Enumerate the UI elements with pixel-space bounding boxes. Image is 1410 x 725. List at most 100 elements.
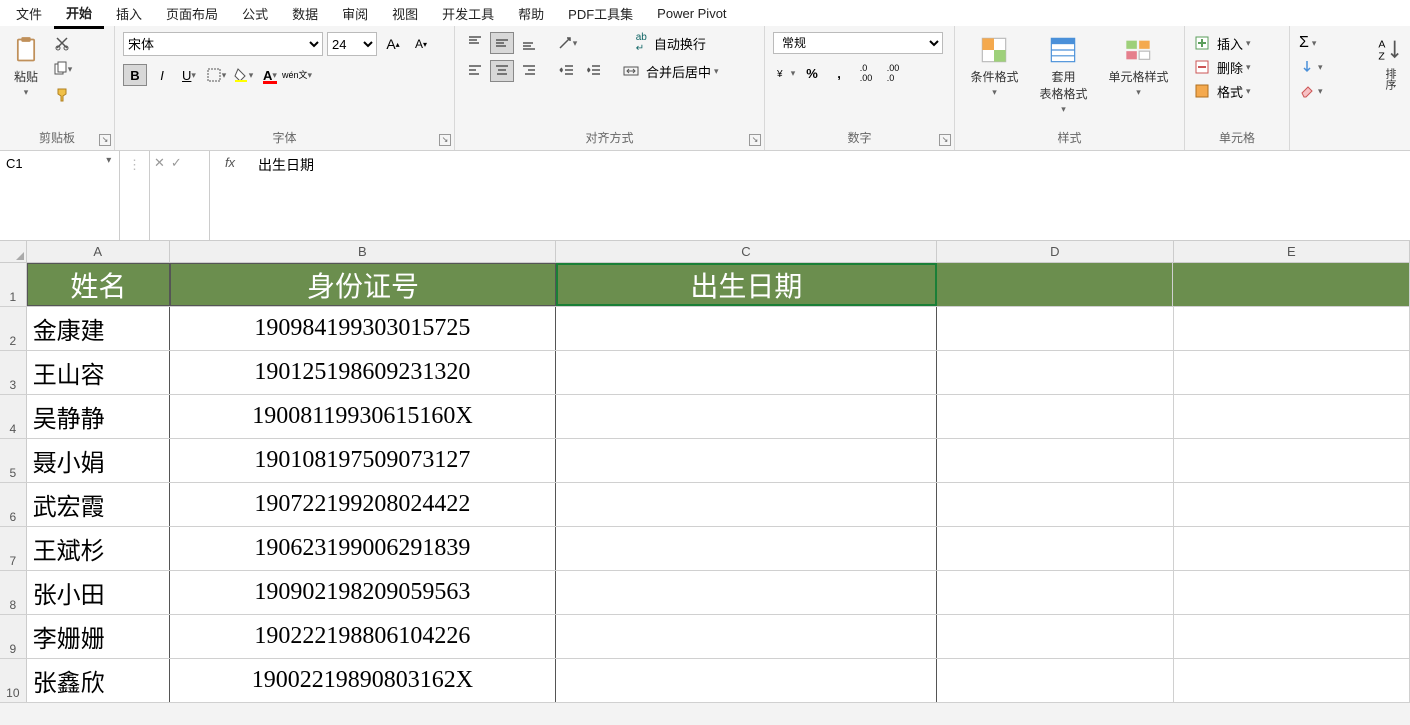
insert-cells-button[interactable]: 插入▾	[1193, 32, 1252, 54]
menu-item-10[interactable]: PDF工具集	[556, 0, 645, 27]
menu-item-0[interactable]: 文件	[4, 0, 54, 27]
cancel-formula-button[interactable]: ✕	[154, 155, 165, 171]
cell-C2[interactable]	[556, 307, 937, 350]
column-header-D[interactable]: D	[937, 241, 1173, 262]
cell-C9[interactable]	[556, 615, 937, 658]
menu-item-2[interactable]: 插入	[104, 0, 154, 27]
fill-button[interactable]: ▾	[1298, 56, 1324, 78]
cell-D2[interactable]	[937, 307, 1174, 350]
menu-item-8[interactable]: 开发工具	[430, 0, 506, 27]
cell-B1[interactable]: 身份证号	[170, 263, 556, 306]
comma-button[interactable]: ,	[827, 62, 851, 84]
font-name-select[interactable]: 宋体	[123, 32, 323, 56]
cell-A8[interactable]: 张小田	[27, 571, 170, 614]
percent-button[interactable]: %	[800, 62, 824, 84]
column-header-C[interactable]: C	[556, 241, 937, 262]
column-header-B[interactable]: B	[170, 241, 556, 262]
cell-E9[interactable]	[1174, 615, 1410, 658]
format-painter-button[interactable]	[50, 84, 74, 106]
cell-B5[interactable]: 190108197509073127	[170, 439, 556, 482]
cell-A10[interactable]: 张鑫欣	[27, 659, 170, 702]
menu-item-3[interactable]: 页面布局	[154, 0, 230, 27]
cell-B2[interactable]: 190984199303015725	[170, 307, 556, 350]
cell-C3[interactable]	[556, 351, 937, 394]
cell-C7[interactable]	[556, 527, 937, 570]
merge-center-button[interactable]: 合并后居中 ▾	[618, 60, 724, 82]
menu-item-11[interactable]: Power Pivot	[645, 2, 738, 25]
decrease-indent-button[interactable]	[555, 60, 579, 82]
phonetic-button[interactable]: wén文▾	[285, 64, 309, 86]
cell-styles-button[interactable]: 单元格样式▾	[1106, 32, 1170, 100]
clear-button[interactable]: ▾	[1298, 80, 1324, 102]
row-header[interactable]: 10	[0, 659, 27, 702]
row-header[interactable]: 2	[0, 307, 27, 350]
cell-D5[interactable]	[937, 439, 1174, 482]
cell-D8[interactable]	[937, 571, 1174, 614]
decrease-decimal-button[interactable]: .00.0	[881, 62, 905, 84]
autosum-button[interactable]: Σ▾	[1298, 32, 1317, 54]
number-format-select[interactable]: 常规	[773, 32, 943, 54]
align-center-button[interactable]	[490, 60, 514, 82]
row-header[interactable]: 1	[0, 263, 27, 306]
cell-E3[interactable]	[1174, 351, 1410, 394]
cell-D4[interactable]	[937, 395, 1174, 438]
menu-item-9[interactable]: 帮助	[506, 0, 556, 27]
cut-button[interactable]	[50, 32, 74, 54]
bold-button[interactable]: B	[123, 64, 147, 86]
select-all-corner[interactable]	[0, 241, 27, 262]
cell-B4[interactable]: 19008119930615160X	[170, 395, 556, 438]
align-left-button[interactable]	[463, 60, 487, 82]
border-button[interactable]: ▾	[204, 64, 228, 86]
align-right-button[interactable]	[517, 60, 541, 82]
wrap-text-button[interactable]: ab↵ 自动换行	[618, 32, 724, 54]
menu-item-5[interactable]: 数据	[280, 0, 330, 27]
row-header[interactable]: 7	[0, 527, 27, 570]
align-middle-button[interactable]	[490, 32, 514, 54]
cell-B7[interactable]: 190623199006291839	[170, 527, 556, 570]
format-cells-button[interactable]: 格式▾	[1193, 80, 1252, 102]
cell-D1[interactable]	[937, 263, 1174, 306]
sort-filter-button[interactable]: AZ 排序	[1372, 32, 1408, 92]
chevron-down-icon[interactable]: ▾	[103, 155, 115, 166]
row-header[interactable]: 5	[0, 439, 27, 482]
fill-color-button[interactable]: ▾	[231, 64, 255, 86]
increase-font-button[interactable]: A▴	[381, 33, 405, 55]
font-color-button[interactable]: A▾	[258, 64, 282, 86]
formula-bar-handle[interactable]: ⋮	[120, 151, 150, 240]
cell-C5[interactable]	[556, 439, 937, 482]
cell-A6[interactable]: 武宏霞	[27, 483, 170, 526]
increase-decimal-button[interactable]: .0.00	[854, 62, 878, 84]
cell-E5[interactable]	[1174, 439, 1410, 482]
row-header[interactable]: 3	[0, 351, 27, 394]
cell-A3[interactable]: 王山容	[27, 351, 170, 394]
cell-C6[interactable]	[556, 483, 937, 526]
name-box[interactable]: ▾	[0, 151, 120, 240]
conditional-format-button[interactable]: 条件格式▾	[968, 32, 1020, 100]
cell-B3[interactable]: 190125198609231320	[170, 351, 556, 394]
enter-formula-button[interactable]: ✓	[171, 155, 182, 171]
cell-A4[interactable]: 吴静静	[27, 395, 170, 438]
paste-button[interactable]: 粘贴 ▾	[8, 32, 44, 100]
cell-D3[interactable]	[937, 351, 1174, 394]
cell-C1[interactable]: 出生日期	[556, 263, 937, 306]
cell-A5[interactable]: 聂小娟	[27, 439, 170, 482]
cell-E4[interactable]	[1174, 395, 1410, 438]
orientation-button[interactable]: ▾	[555, 32, 579, 54]
cell-E8[interactable]	[1174, 571, 1410, 614]
cell-C10[interactable]	[556, 659, 937, 702]
dialog-launcher-icon[interactable]: ↘	[749, 134, 761, 146]
currency-button[interactable]: ¥▾	[773, 62, 797, 84]
italic-button[interactable]: I	[150, 64, 174, 86]
row-header[interactable]: 6	[0, 483, 27, 526]
cell-B6[interactable]: 190722199208024422	[170, 483, 556, 526]
cell-E7[interactable]	[1174, 527, 1410, 570]
cell-E1[interactable]	[1173, 263, 1410, 306]
cell-C8[interactable]	[556, 571, 937, 614]
align-top-button[interactable]	[463, 32, 487, 54]
column-header-A[interactable]: A	[27, 241, 170, 262]
row-header[interactable]: 9	[0, 615, 27, 658]
cell-B8[interactable]: 190902198209059563	[170, 571, 556, 614]
cell-B9[interactable]: 190222198806104226	[170, 615, 556, 658]
increase-indent-button[interactable]	[582, 60, 606, 82]
dialog-launcher-icon[interactable]: ↘	[99, 134, 111, 146]
